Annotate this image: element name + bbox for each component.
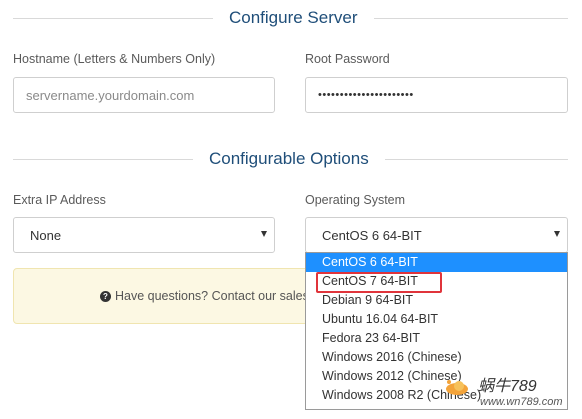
section-title: Configure Server bbox=[229, 8, 358, 27]
dropdown-option[interactable]: Fedora 23 64-BIT bbox=[306, 329, 567, 348]
highlight-annotation bbox=[316, 272, 442, 293]
divider bbox=[384, 158, 568, 160]
root-password-label: Root Password bbox=[305, 52, 390, 66]
extra-ip-label: Extra IP Address bbox=[13, 193, 106, 207]
caret-down-icon bbox=[261, 231, 267, 237]
dropdown-option[interactable]: CentOS 6 64-BIT bbox=[306, 253, 567, 272]
operating-system-label: Operating System bbox=[305, 193, 406, 207]
configurable-options-heading: Configurable Options bbox=[13, 147, 568, 171]
hostname-placeholder: servername.yourdomain.com bbox=[26, 87, 195, 103]
operating-system-select[interactable]: CentOS 6 64-BIT bbox=[305, 217, 568, 253]
configure-server-heading: Configure Server bbox=[13, 6, 568, 30]
extra-ip-value: None bbox=[30, 227, 62, 243]
question-circle-icon: ? bbox=[100, 290, 111, 302]
dropdown-option[interactable]: Debian 9 64-BIT bbox=[306, 291, 567, 310]
divider bbox=[373, 17, 568, 19]
watermark-url: www.wn789.com bbox=[480, 396, 563, 408]
root-password-value: •••••••••••••••••••••• bbox=[318, 89, 414, 101]
caret-down-icon bbox=[554, 231, 560, 237]
dropdown-option[interactable]: Windows 2016 (Chinese) bbox=[306, 348, 567, 367]
notice-text: Have questions? Contact our sales bbox=[115, 289, 309, 303]
configure-server-form: Configure Server Hostname (Letters & Num… bbox=[0, 0, 582, 419]
section-title: Configurable Options bbox=[209, 149, 369, 168]
divider bbox=[13, 158, 193, 160]
notice-content: ? Have questions? Contact our sales bbox=[100, 289, 309, 303]
divider bbox=[13, 17, 213, 19]
extra-ip-select[interactable]: None bbox=[13, 217, 275, 253]
snail-logo-icon bbox=[446, 380, 468, 395]
hostname-input[interactable]: servername.yourdomain.com bbox=[13, 77, 275, 113]
root-password-input[interactable]: •••••••••••••••••••••• bbox=[305, 77, 568, 113]
operating-system-value: CentOS 6 64-BIT bbox=[322, 227, 422, 243]
watermark-brand: 蜗牛789 bbox=[478, 378, 537, 395]
watermark: 蜗牛789 www.wn789.com bbox=[444, 372, 578, 414]
hostname-label: Hostname (Letters & Numbers Only) bbox=[13, 52, 216, 66]
dropdown-option[interactable]: Ubuntu 16.04 64-BIT bbox=[306, 310, 567, 329]
